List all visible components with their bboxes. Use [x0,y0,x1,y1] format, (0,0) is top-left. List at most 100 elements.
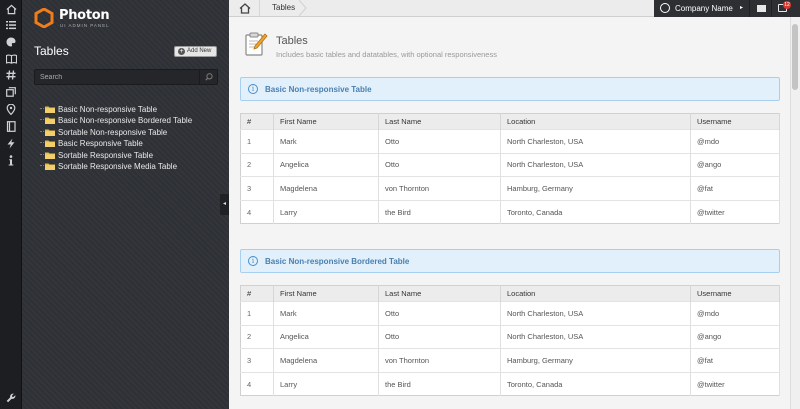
home-icon[interactable] [5,4,17,16]
folder-icon [45,129,55,136]
column-header[interactable]: # [240,113,274,130]
tree-item-basic-responsive[interactable]: Basic Responsive Table [40,138,192,149]
info-icon[interactable] [5,155,17,167]
cell-first-name: Angelica [273,152,379,177]
tree-item-label: Basic Non-responsive Bordered Table [58,116,193,126]
brand-logo[interactable]: Photon UI ADMIN PANEL [34,7,144,31]
column-header[interactable]: Last Name [378,285,501,302]
cell-username: @twitter [690,199,780,224]
cell-first-name: Magdelena [273,348,379,373]
breadcrumb-home-icon[interactable] [239,3,251,14]
table-row: 1 Mark Otto North Charleston, USA @mdo [240,301,780,326]
sidebar: Photon UI ADMIN PANEL Tables +Add New Ba… [22,0,229,409]
lightning-icon[interactable] [5,138,17,150]
tree-item-label: Sortable Responsive Media Table [58,161,178,171]
book-icon[interactable] [5,54,17,66]
cell-id: 4 [240,371,274,396]
cell-id: 3 [240,176,274,201]
sidebar-title: Tables [34,44,69,58]
divider [771,0,772,17]
cell-location: Hamburg, Germany [500,176,691,201]
column-header[interactable]: Location [500,285,691,302]
cell-last-name: von Thornton [378,348,501,373]
column-header[interactable]: First Name [273,113,379,130]
tree-item-basic-non-responsive[interactable]: Basic Non-responsive Table [40,104,192,115]
info-circle-icon: i [248,256,258,266]
add-new-label: Add New [187,48,212,54]
section-title: Basic Non-responsive Table [265,85,372,94]
scrollbar-thumb[interactable] [792,24,798,90]
cell-first-name: Larry [273,199,379,224]
notebook-icon[interactable] [5,121,17,133]
cell-username: @mdo [690,301,780,326]
cell-location: Toronto, Canada [500,371,691,396]
hashtag-icon[interactable] [5,70,17,82]
photon-logo-icon [34,8,54,28]
search-input[interactable] [35,70,195,84]
list-icon[interactable] [5,20,17,32]
search-icon [205,73,213,81]
wrench-icon[interactable] [5,393,17,405]
cell-last-name: Otto [378,152,501,177]
cell-first-name: Angelica [273,324,379,349]
cell-id: 1 [240,301,274,326]
divider [749,0,750,17]
table-tree: Basic Non-responsive Table Basic Non-res… [40,104,192,172]
column-header[interactable]: # [240,285,274,302]
notification-badge: 12 [783,1,791,9]
bordered-table: # First Name Last Name Location Username… [240,285,780,397]
palette-icon[interactable] [5,37,17,49]
page-subtitle: Includes basic tables and datatables, wi… [276,50,497,59]
tree-item-basic-bordered[interactable]: Basic Non-responsive Bordered Table [40,115,192,126]
cell-last-name: Otto [378,129,501,154]
plus-icon: + [178,48,185,55]
cell-last-name: the Bird [378,371,501,396]
mail-icon[interactable] [757,5,766,12]
company-name-dropdown[interactable]: Company Name [675,4,733,13]
windows-icon[interactable] [5,87,17,99]
column-header[interactable]: First Name [273,285,379,302]
tree-item-sortable-responsive[interactable]: Sortable Responsive Table [40,150,192,161]
table-row: 4 Larry the Bird Toronto, Canada @twitter [240,371,780,396]
caret-right-icon[interactable]: ▸ [740,4,743,11]
cell-last-name: the Bird [378,199,501,224]
info-circle-icon: i [248,84,258,94]
table-row: 3 Magdelena von Thornton Hamburg, Germany @f… [240,176,780,201]
cell-username: @fat [690,348,780,373]
section-header-basic: i Basic Non-responsive Table [240,77,780,101]
cell-id: 4 [240,199,274,224]
clipboard-pencil-icon [245,32,268,56]
cell-first-name: Mark [273,301,379,326]
chevron-left-icon: ◂ [222,201,226,207]
search-button[interactable] [199,70,217,84]
section-title: Basic Non-responsive Bordered Table [265,257,410,266]
cell-location: North Charleston, USA [500,129,691,154]
table-row: 4 Larry the Bird Toronto, Canada @twitter [240,199,780,224]
cell-username: @mdo [690,129,780,154]
column-header[interactable]: Username [690,113,780,130]
table-row: 3 Magdelena von Thornton Hamburg, Germany @f… [240,348,780,373]
tree-item-sortable-non-responsive[interactable]: Sortable Non-responsive Table [40,127,192,138]
table-row: 1 Mark Otto North Charleston, USA @mdo [240,129,780,154]
page-title: Tables [276,35,308,47]
column-header[interactable]: Username [690,285,780,302]
brand-tagline: UI ADMIN PANEL [60,23,110,28]
tree-item-sortable-responsive-media[interactable]: Sortable Responsive Media Table [40,161,192,172]
cell-location: North Charleston, USA [500,324,691,349]
cell-last-name: Otto [378,324,501,349]
tree-item-label: Basic Non-responsive Table [58,105,158,114]
icon-rail [0,0,22,409]
column-header[interactable]: Last Name [378,113,501,130]
cell-username: @twitter [690,371,780,396]
basic-table: # First Name Last Name Location Username… [240,113,780,225]
add-new-button[interactable]: + Add New [174,46,217,57]
map-pin-icon[interactable] [5,103,17,116]
cell-first-name: Larry [273,371,379,396]
sidebar-collapse-button[interactable]: ◂ [220,194,229,215]
folder-icon [45,163,55,170]
cell-username: @ango [690,324,780,349]
column-header[interactable]: Location [500,113,691,130]
folder-icon [45,106,55,113]
cell-id: 2 [240,152,274,177]
table-row: 2 Angelica Otto North Charleston, USA @ango [240,324,780,349]
